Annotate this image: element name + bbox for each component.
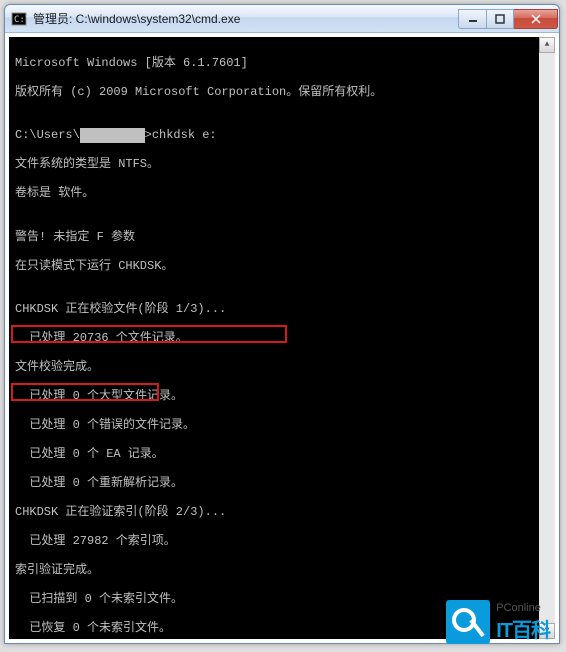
console-line: 版权所有 (c) 2009 Microsoft Corporation。保留所有…	[15, 85, 549, 100]
scroll-track[interactable]	[539, 53, 555, 623]
console-line: CHKDSK 正在校验文件(阶段 1/3)...	[15, 302, 549, 317]
console-line: 文件系统的类型是 NTFS。	[15, 157, 549, 172]
console-line: C:\Users\xxxxxxxxx>chkdsk e:	[15, 128, 549, 143]
maximize-button[interactable]	[486, 9, 514, 29]
console-line: Microsoft Windows [版本 6.1.7601]	[15, 56, 549, 71]
console-line: 警告! 未指定 F 参数	[15, 230, 549, 245]
redacted-username: xxxxxxxxx	[80, 128, 145, 143]
console-line: 已处理 0 个大型文件记录。	[15, 389, 549, 404]
watermark-text: PConline IT百科	[496, 602, 550, 643]
watermark-bottom: IT百科	[496, 614, 550, 643]
window-icon: C:\	[11, 11, 27, 27]
console-line: 已处理 0 个 EA 记录。	[15, 447, 549, 462]
console-line: 索引验证完成。	[15, 563, 549, 578]
console-line: 已处理 20736 个文件记录。	[15, 331, 549, 346]
console-line: 已处理 27982 个索引项。	[15, 534, 549, 549]
scrollbar[interactable]: ▲ ▼	[539, 37, 555, 639]
cmd-window: C:\ 管理员: C:\windows\system32\cmd.exe Mic…	[4, 4, 560, 644]
console-line: 在只读模式下运行 CHKDSK。	[15, 259, 549, 274]
titlebar[interactable]: C:\ 管理员: C:\windows\system32\cmd.exe	[5, 5, 559, 33]
window-controls	[458, 9, 558, 29]
window-title: 管理员: C:\windows\system32\cmd.exe	[33, 10, 458, 27]
console-line: 已处理 0 个重新解析记录。	[15, 476, 549, 491]
prompt-cmd: >chkdsk e:	[145, 128, 217, 142]
minimize-button[interactable]	[458, 9, 486, 29]
close-button[interactable]	[514, 9, 558, 29]
prompt-prefix: C:\Users\	[15, 128, 80, 142]
svg-text:C:\: C:\	[14, 15, 27, 25]
console-line: CHKDSK 正在验证索引(阶段 2/3)...	[15, 505, 549, 520]
scroll-up-button[interactable]: ▲	[539, 37, 555, 53]
console-line: 卷标是 软件。	[15, 186, 549, 201]
watermark-top: PConline	[496, 602, 550, 614]
watermark-logo-icon	[446, 600, 490, 644]
watermark: PConline IT百科	[446, 600, 550, 644]
console-line: 文件校验完成。	[15, 360, 549, 375]
console-output[interactable]: Microsoft Windows [版本 6.1.7601] 版权所有 (c)…	[9, 37, 555, 639]
console-line: 已处理 0 个错误的文件记录。	[15, 418, 549, 433]
